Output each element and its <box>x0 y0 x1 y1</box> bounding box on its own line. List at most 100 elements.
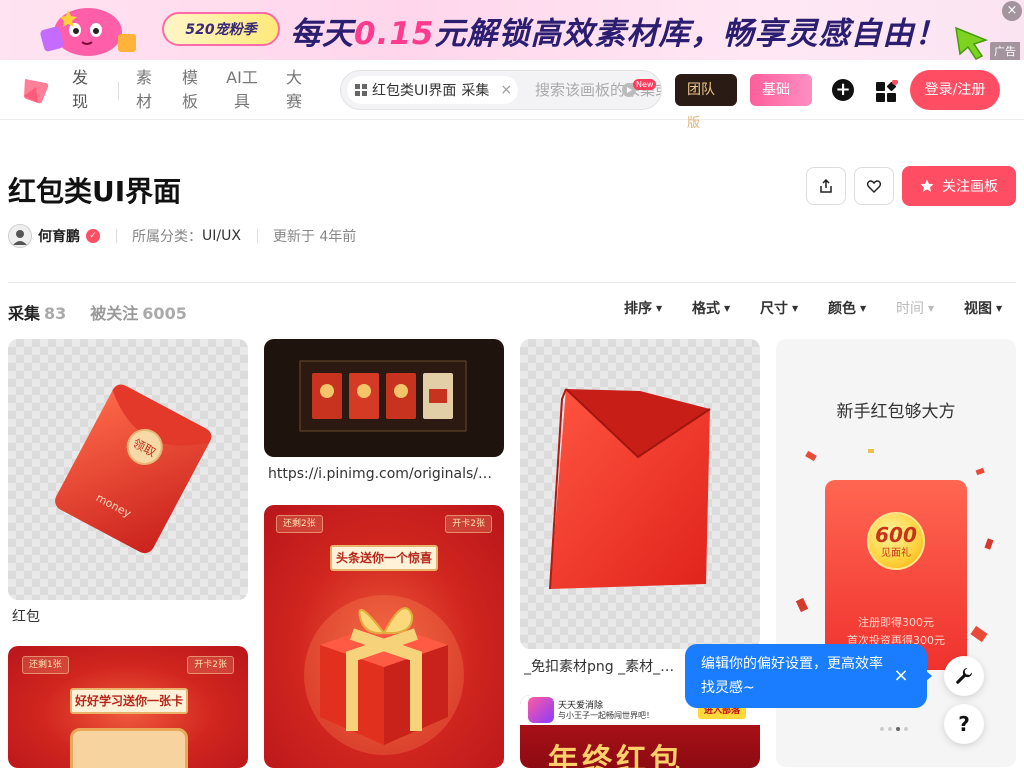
carousel-dot-active[interactable] <box>896 727 900 731</box>
carousel-dot[interactable] <box>880 727 884 731</box>
follow-board-label: 关注画板 <box>942 179 998 195</box>
chevron-down-icon: ▼ <box>928 303 935 313</box>
chevron-down-icon: ▼ <box>724 303 731 313</box>
search-chip-tag: 采集 <box>461 83 490 99</box>
ad-headline: 每天0.15元解锁高效素材库，畅享灵感自由！ <box>290 8 947 53</box>
nav-ai-tools[interactable]: AI工具 <box>224 66 260 114</box>
new-badge: New <box>633 79 657 90</box>
meta-separator <box>116 229 117 243</box>
login-register-button[interactable]: 登录/注册 <box>910 70 1000 110</box>
gift-box-image <box>304 595 464 755</box>
help-button[interactable]: ? <box>944 704 984 744</box>
like-button[interactable] <box>854 167 894 205</box>
promo-line-1: 注册即得300元 <box>858 616 934 629</box>
page-title: 红包类UI界面 <box>8 175 182 208</box>
chevron-down-icon: ▼ <box>996 303 1003 313</box>
share-icon <box>820 179 832 193</box>
followers-number: 6005 <box>142 304 187 323</box>
pin-caption: _免扣素材png _素材_红包 <box>524 659 684 675</box>
team-plan-suffix: 版 <box>687 116 701 131</box>
divider <box>8 282 1016 283</box>
add-icon[interactable]: + <box>832 79 854 101</box>
carousel-dot[interactable] <box>888 727 892 731</box>
filter-size[interactable]: 尺寸 ▼ <box>760 298 798 318</box>
carousel-dots[interactable] <box>880 727 908 731</box>
ad-label: 广告 <box>990 42 1020 60</box>
settings-button[interactable] <box>944 656 984 696</box>
ad-headline-pre: 每天 <box>290 16 354 52</box>
followers-count[interactable]: 被关注 6005 <box>90 300 187 324</box>
verified-icon: ✓ <box>86 229 100 243</box>
pin-caption: https://i.pinimg.com/originals/b4/f... <box>268 466 500 482</box>
chevron-down-icon: ▼ <box>656 303 663 313</box>
follow-board-button[interactable]: 关注画板 <box>902 166 1016 206</box>
wrench-icon <box>956 667 973 684</box>
carousel-dot[interactable] <box>904 727 908 731</box>
search-chip-close-icon[interactable]: × <box>500 82 512 98</box>
ad-banner[interactable]: 520宠粉季 每天0.15元解锁高效素材库，畅享灵感自由！ × 广告 <box>0 0 1024 60</box>
ad-headline-post: 元解锁高效素材库，畅享灵感自由！ <box>434 16 947 52</box>
pin-card[interactable]: 领取 money <box>8 339 248 600</box>
promo-title: 新手红包够大方 <box>836 402 956 422</box>
filter-format-label: 格式 <box>692 301 720 317</box>
pin-card[interactable] <box>520 339 760 649</box>
category-value[interactable]: UI/UX <box>202 228 241 244</box>
ad-close-button[interactable]: × <box>1002 1 1022 21</box>
collect-count[interactable]: 采集 83 <box>8 300 66 324</box>
ad-campaign-pill: 520宠粉季 <box>162 12 280 46</box>
pin-card[interactable]: 还剩2张 开卡2张 头条送你一个惊喜 <box>264 505 504 768</box>
nav-separator <box>118 82 119 100</box>
pin-caption: 红包 <box>12 609 40 625</box>
collect-label: 采集 <box>8 304 41 323</box>
avatar[interactable] <box>8 224 32 248</box>
author-name[interactable]: 何育鹏 <box>38 226 80 246</box>
filter-color[interactable]: 颜色 ▼ <box>828 298 866 318</box>
promo-coin: 600 见面礼 <box>867 512 925 570</box>
tooltip-text: 编辑你的偏好设置，更高效率找灵感~ <box>701 656 883 696</box>
tooltip-close-icon[interactable]: × <box>891 664 911 688</box>
pin-tag: 还剩1张 <box>22 656 69 674</box>
pin-card[interactable] <box>264 339 504 457</box>
filter-size-label: 尺寸 <box>760 301 788 317</box>
cursor-arrow-icon <box>955 26 989 60</box>
ad-headline-price: 0.15 <box>354 16 435 52</box>
chevron-down-icon: ▼ <box>792 303 799 313</box>
basic-plan-button[interactable]: 基础 <box>750 74 812 106</box>
pin-tag: 开卡2张 <box>187 656 234 674</box>
filter-time: 时间 ▼ <box>896 298 934 318</box>
pin-card[interactable]: 还剩1张 开卡2张 好好学习送你一张卡 <box>8 646 248 768</box>
meta-separator <box>256 229 258 243</box>
red-packet-cards-image <box>299 360 467 432</box>
search-scope-chip[interactable]: 红包类UI界面 采集 × <box>347 76 519 104</box>
filter-format[interactable]: 格式 ▼ <box>692 298 730 318</box>
filter-color-label: 颜色 <box>828 301 856 317</box>
red-envelope-image: 领取 money <box>55 384 212 554</box>
logo-icon[interactable] <box>22 75 50 105</box>
nav-contest[interactable]: 大赛 <box>284 66 304 114</box>
search-input[interactable] <box>535 71 661 109</box>
filter-sort-label: 排序 <box>624 301 652 317</box>
app-icon <box>528 697 554 723</box>
search-chip-label: 红包类UI界面 <box>372 83 457 99</box>
big-headline: 年终红包 <box>548 743 684 768</box>
updated-time: 更新于 4年前 <box>272 229 357 245</box>
apps-icon[interactable] <box>876 80 898 102</box>
search-box[interactable]: 红包类UI界面 采集 × <box>340 70 662 110</box>
filter-view[interactable]: 视图 ▼ <box>964 298 1002 318</box>
pin-banner: 好好学习送你一张卡 <box>70 688 188 714</box>
filter-sort[interactable]: 排序 ▼ <box>624 298 662 318</box>
board-icon <box>355 84 367 96</box>
team-plan-button[interactable]: 团队 <box>675 74 737 106</box>
top-nav: 发现 素材 模板 AI工具 大赛 红包类UI界面 采集 × <box>0 60 1024 120</box>
share-button[interactable] <box>806 167 846 205</box>
nav-templates[interactable]: 模板 <box>180 66 200 114</box>
nav-materials[interactable]: 素材 <box>134 66 154 114</box>
app-subtitle: 与小王子一起畅闯世界吧！ <box>558 711 654 720</box>
avatar-icon <box>9 225 31 247</box>
followers-label: 被关注 <box>90 304 139 323</box>
star-icon <box>920 179 934 192</box>
filter-view-label: 视图 <box>964 301 992 317</box>
nav-discover[interactable]: 发现 <box>70 66 90 114</box>
promo-amount: 600 <box>875 523 917 547</box>
promo-amount-label: 见面礼 <box>881 548 911 559</box>
